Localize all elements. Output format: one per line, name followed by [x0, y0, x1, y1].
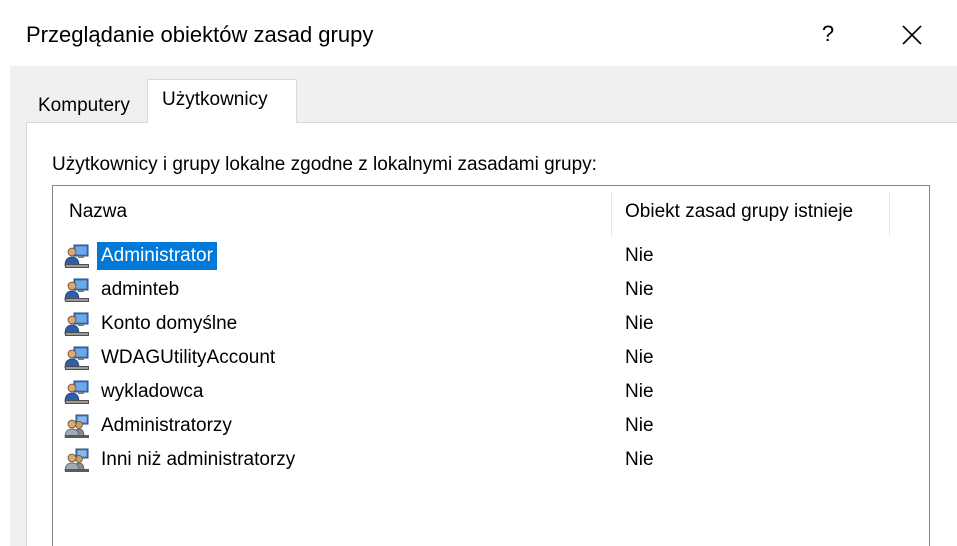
user-icon	[64, 345, 90, 371]
close-button[interactable]	[892, 18, 932, 52]
row-name: wykladowca	[101, 381, 204, 402]
user-icon	[64, 243, 90, 269]
table-row[interactable]: adminteb Nie	[53, 274, 913, 306]
group-icon	[64, 413, 90, 439]
row-name: Inni niż administratorzy	[101, 449, 296, 470]
table-row[interactable]: wykladowca Nie	[53, 376, 913, 408]
dialog-title: Przeglądanie obiektów zasad grupy	[26, 22, 374, 47]
row-gpo-exists: Nie	[625, 347, 654, 368]
column-header-gpo-exists[interactable]: Obiekt zasad grupy istnieje	[625, 198, 915, 226]
table-row[interactable]: Konto domyślne Nie	[53, 308, 913, 340]
table-row[interactable]: Administrator Nie	[53, 240, 913, 272]
column-divider[interactable]	[889, 192, 890, 236]
help-button[interactable]: ?	[808, 18, 848, 50]
panel-description: Użytkownicy i grupy lokalne zgodne z lok…	[52, 154, 597, 175]
column-header-name[interactable]: Nazwa	[69, 198, 609, 226]
row-name: WDAGUtilityAccount	[101, 347, 276, 368]
row-name: adminteb	[101, 279, 180, 300]
table-row[interactable]: WDAGUtilityAccount Nie	[53, 342, 913, 374]
users-tab-panel: Użytkownicy i grupy lokalne zgodne z lok…	[26, 122, 957, 546]
row-name: Konto domyślne	[101, 313, 238, 334]
row-gpo-exists: Nie	[625, 313, 654, 334]
row-gpo-exists: Nie	[625, 449, 654, 470]
user-icon	[64, 277, 90, 303]
row-gpo-exists: Nie	[625, 381, 654, 402]
group-icon	[64, 447, 90, 473]
user-icon	[64, 311, 90, 337]
users-list-view[interactable]: Nazwa Obiekt zasad grupy istnieje Admini…	[52, 185, 930, 546]
tab-computers[interactable]: Komputery	[26, 89, 148, 123]
table-row[interactable]: Inni niż administratorzy Nie	[53, 444, 913, 476]
row-gpo-exists: Nie	[625, 245, 654, 266]
row-name: Administratorzy	[101, 415, 232, 436]
column-divider[interactable]	[611, 192, 612, 236]
group-policy-browse-dialog: Przeglądanie obiektów zasad grupy ? Komp…	[0, 0, 957, 546]
user-icon	[64, 379, 90, 405]
table-row[interactable]: Administratorzy Nie	[53, 410, 913, 442]
dialog-body: Komputery Użytkownicy Użytkownicy i grup…	[10, 66, 957, 546]
close-icon	[902, 25, 922, 45]
row-gpo-exists: Nie	[625, 415, 654, 436]
row-name: Administrator	[97, 242, 217, 270]
tab-users[interactable]: Użytkownicy	[147, 79, 297, 123]
row-gpo-exists: Nie	[625, 279, 654, 300]
